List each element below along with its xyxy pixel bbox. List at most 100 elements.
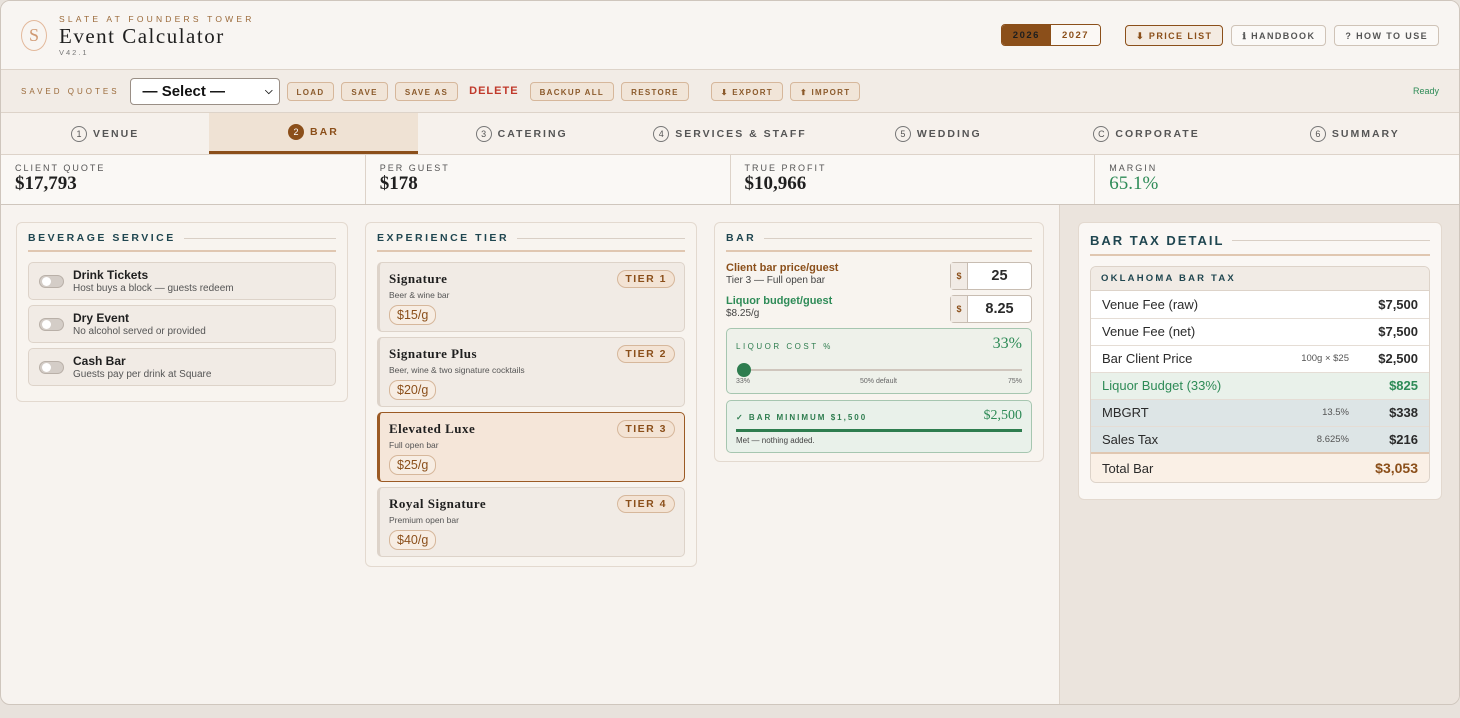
tab-services-staff[interactable]: 4 SERVICES & STAFF (626, 113, 834, 154)
row-label: Venue Fee (net) (1102, 324, 1196, 339)
bar-minimum-note: Met — nothing added. (736, 436, 815, 445)
tier-desc: Premium open bar (389, 515, 459, 525)
slider-min-label: 33% (736, 378, 751, 385)
slider-max-label: 75% (1007, 378, 1022, 385)
tier-option-2[interactable]: Signature Plus Beer, wine & two signatur… (377, 337, 685, 407)
liquor-budget-field: Liquor budget/guest $8.25/g $ 8.25 (726, 295, 1032, 326)
how-to-use-button[interactable]: ? HOW TO USE (1334, 24, 1439, 46)
option-desc: Host buys a block — guests redeem (73, 283, 234, 294)
main-content: BEVERAGE SERVICE Drink Tickets Host buys … (1, 205, 1459, 704)
row-detail: 13.5% (1322, 407, 1349, 418)
venue-name: SLATE AT FOUNDERS TOWER (59, 13, 255, 24)
import-button[interactable]: ⬆ IMPORT (790, 81, 861, 101)
stat-label: TRUE PROFIT (744, 163, 827, 173)
save-as-button[interactable]: SAVE AS (394, 81, 459, 101)
table-row: Venue Fee (raw) $7,500 (1091, 291, 1429, 318)
header: S SLATE AT FOUNDERS TOWER Event Calculat… (1, 1, 1459, 70)
option-title: Dry Event (73, 311, 130, 325)
saved-quote-select-value: — Select — (142, 82, 226, 100)
table-row: Liquor Budget (33%) $825 (1091, 372, 1429, 399)
beverage-service-card: BEVERAGE SERVICE Drink Tickets Host buys … (16, 222, 348, 402)
option-desc: Guests pay per drink at Square (73, 369, 212, 380)
tab-label: CATERING (497, 127, 568, 140)
bar-minimum-value: $2,500 (983, 408, 1023, 423)
tier-badge: TIER 3 (617, 420, 675, 438)
bar-minimum-box: ✓ BAR MINIMUM $1,500 $2,500 Met — nothin… (726, 400, 1032, 453)
bar-tax-detail-card: BAR TAX DETAIL OKLAHOMA BAR TAX Venue Fe… (1078, 222, 1442, 500)
table-row-total: Total Bar $3,053 (1091, 453, 1429, 482)
load-button[interactable]: LOAD (286, 81, 335, 101)
stat-label: CLIENT QUOTE (15, 163, 106, 173)
tab-wedding[interactable]: 5 WEDDING (834, 113, 1042, 154)
stat-label: MARGIN (1109, 163, 1158, 173)
saved-quote-select[interactable]: — Select — ⌵ (129, 77, 280, 105)
row-label: Bar Client Price (1102, 351, 1193, 366)
bar-card: BAR Client bar price/guest Tier 3 — Full… (714, 222, 1044, 462)
tier-desc: Full open bar (389, 440, 439, 450)
tier-badge: TIER 4 (617, 495, 675, 513)
row-detail (1273, 453, 1349, 482)
option-dry-event[interactable]: Dry Event No alcohol served or provided (28, 305, 336, 343)
row-label: MBGRT (1102, 405, 1149, 420)
table-row: Bar Client Price 100g × $25 $2,500 (1091, 345, 1429, 372)
tab-number: 2 (288, 124, 305, 140)
toggle-switch[interactable] (39, 360, 64, 374)
liquor-budget-input[interactable]: $ 8.25 (950, 295, 1032, 323)
tab-bar[interactable]: 2 BAR (209, 113, 418, 154)
handbook-button[interactable]: ℹ HANDBOOK (1231, 24, 1327, 46)
row-label: Total Bar (1102, 460, 1154, 476)
stat-value: 65.1% (1109, 173, 1159, 194)
row-detail (1273, 372, 1349, 399)
bar-minimum-progress-track (736, 429, 1022, 432)
save-button[interactable]: SAVE (341, 81, 388, 101)
tab-corporate[interactable]: C CORPORATE (1042, 113, 1250, 154)
tier-price: $40/g (389, 530, 437, 550)
chevron-down-icon: ⌵ (264, 85, 273, 97)
card-title: BAR (715, 223, 1043, 244)
option-title: Cash Bar (73, 354, 126, 368)
status-text: Ready (1412, 86, 1439, 96)
tab-label: CORPORATE (1115, 127, 1200, 140)
input-value: 8.25 (985, 301, 1014, 317)
row-amount: $7,500 (1378, 296, 1418, 312)
price-list-button[interactable]: ⬇ PRICE LIST (1125, 24, 1224, 46)
tier-desc: Beer, wine & two signature cocktails (389, 365, 525, 375)
step-tabs: 1 VENUE 2 BAR 3 CATERING 4 SERVICES & STAFF … (1, 113, 1459, 155)
liquor-cost-slider-track[interactable] (742, 369, 1022, 371)
tab-label: WEDDING (916, 127, 982, 140)
tier-option-1[interactable]: Signature Beer & wine bar $15/g TIER 1 (377, 262, 685, 332)
year-2026-button[interactable]: 2026 (1001, 25, 1051, 45)
tab-venue[interactable]: 1 VENUE (1, 113, 209, 154)
card-title: EXPERIENCE TIER (366, 223, 696, 244)
row-detail: 100g × $25 (1301, 353, 1349, 364)
tab-number: 1 (71, 125, 88, 142)
tier-option-4[interactable]: Royal Signature Premium open bar $40/g T… (377, 487, 685, 557)
tier-badge: TIER 2 (617, 345, 675, 363)
tab-summary[interactable]: 6 SUMMARY (1251, 113, 1459, 154)
version-label: V42.1 (59, 47, 89, 57)
restore-button[interactable]: RESTORE (621, 81, 689, 101)
year-2027-button[interactable]: 2027 (1050, 25, 1101, 45)
tab-number: 4 (653, 125, 670, 142)
option-cash-bar[interactable]: Cash Bar Guests pay per drink at Square (28, 348, 336, 386)
export-button[interactable]: ⬇ EXPORT (710, 81, 783, 101)
bar-minimum-progress-fill (736, 429, 1022, 432)
stat-label: PER GUEST (379, 163, 450, 173)
option-drink-tickets[interactable]: Drink Tickets Host buys a block — guests … (28, 262, 336, 300)
client-bar-price-input[interactable]: $ 25 (950, 262, 1032, 290)
delete-button[interactable]: DELETE (465, 82, 522, 101)
tab-catering[interactable]: 3 CATERING (418, 113, 626, 154)
divider (1090, 254, 1430, 256)
stat-value: $17,793 (15, 173, 77, 194)
year-toggle: 2026 2027 (1000, 24, 1102, 46)
backup-all-button[interactable]: BACKUP ALL (529, 81, 615, 101)
row-amount: $338 (1389, 405, 1418, 420)
card-title: BEVERAGE SERVICE (17, 223, 347, 244)
liquor-cost-slider-handle[interactable] (737, 363, 751, 377)
input-value: 25 (991, 268, 1008, 284)
toggle-switch[interactable] (39, 274, 64, 288)
experience-tier-card: EXPERIENCE TIER Signature Beer & wine ba… (365, 222, 697, 567)
stat-per-guest: PER GUEST $178 (366, 155, 731, 204)
toggle-switch[interactable] (39, 317, 64, 331)
tier-option-3[interactable]: Elevated Luxe Full open bar $25/g TIER 3 (377, 412, 685, 482)
